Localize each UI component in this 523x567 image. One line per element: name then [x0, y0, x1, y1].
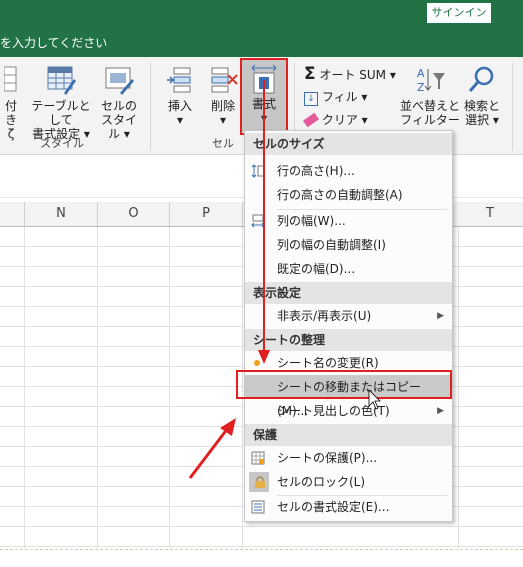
- annotation-arrows-layer: [188, 80, 381, 479]
- vertical-arrow-head: [258, 350, 270, 364]
- mouse-cursor-icon: [368, 389, 381, 410]
- diagonal-annotation-arrow: [188, 427, 230, 479]
